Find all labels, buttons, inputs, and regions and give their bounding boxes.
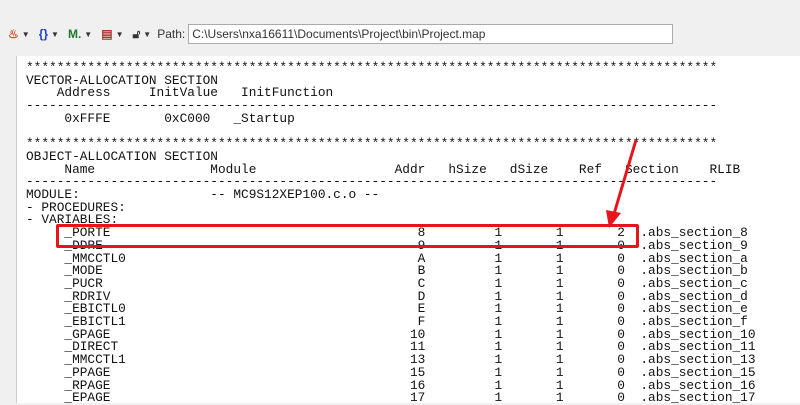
annotation-arrow — [606, 139, 638, 228]
